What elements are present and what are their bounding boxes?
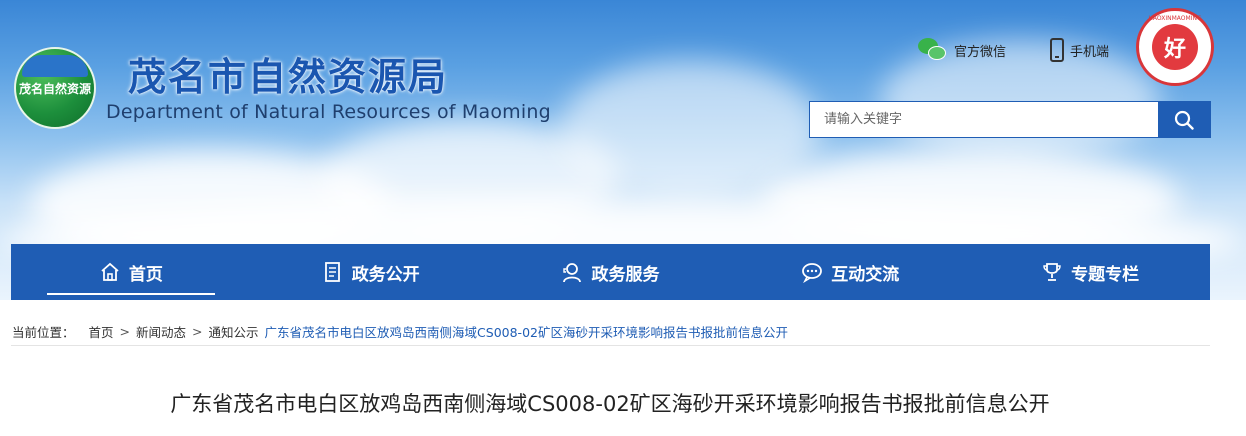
home-icon <box>99 261 121 283</box>
breadcrumb-label: 当前位置： <box>12 325 75 340</box>
haoxin-maoming-badge: HAOXINMAOMING 好 <box>1136 8 1214 86</box>
breadcrumb-separator: > <box>192 324 203 339</box>
search-button[interactable] <box>1158 102 1210 137</box>
wechat-icon <box>918 38 948 62</box>
trophy-icon <box>1041 261 1063 283</box>
site-title: 茂名市自然资源局 <box>128 55 449 99</box>
logo-text: 茂名自然资源 <box>18 81 91 96</box>
search-input[interactable] <box>810 102 1158 137</box>
site-logo[interactable]: 茂名自然资源 <box>14 47 96 129</box>
logo-arc <box>22 55 88 77</box>
breadcrumb-current[interactable]: 广东省茂名市电白区放鸡岛西南侧海域CS008-02矿区海砂开采环境影响报告书报批… <box>265 322 788 341</box>
breadcrumb-separator: > <box>119 324 131 339</box>
search-icon <box>1174 110 1194 130</box>
mobile-label: 手机端 <box>1070 44 1110 60</box>
nav-item-label: 首页 <box>128 264 163 285</box>
badge-mark: 好 <box>1152 24 1198 70</box>
nav-item-label: 互动交流 <box>831 264 900 285</box>
breadcrumb-link-news[interactable]: 新闻动态 <box>136 322 186 341</box>
breadcrumb-link-home[interactable]: 首页 <box>89 322 114 341</box>
nav-item-home[interactable]: 首页 <box>11 244 251 300</box>
badge-ring-text: HAOXINMAOMING <box>1148 15 1202 22</box>
breadcrumb-divider <box>11 345 1210 346</box>
nav-item-label: 专题专栏 <box>1071 264 1140 285</box>
document-icon <box>322 261 344 283</box>
wechat-label: 官方微信 <box>954 44 1007 60</box>
breadcrumb-link-notices[interactable]: 通知公示 <box>209 322 259 341</box>
nav-item-special-topics[interactable]: 专题专栏 <box>970 244 1210 300</box>
site-subtitle: Department of Natural Resources of Maomi… <box>106 101 551 123</box>
breadcrumb: 当前位置： 首页 > 新闻动态 > 通知公示 广东省茂名市电白区放鸡岛西南侧海域… <box>12 322 788 341</box>
nav-item-gov-affairs[interactable]: 政务公开 <box>251 244 491 300</box>
nav-item-interaction[interactable]: 互动交流 <box>730 244 970 300</box>
article-title: 广东省茂名市电白区放鸡岛西南侧海域CS008-02矿区海砂开采环境影响报告书报批… <box>170 392 1050 416</box>
phone-icon <box>1050 38 1064 62</box>
search-box <box>809 101 1211 138</box>
mobile-link[interactable]: 手机端 <box>1050 38 1109 62</box>
service-person-icon <box>561 261 583 283</box>
chat-icon <box>801 261 823 283</box>
nav-item-label: 政务公开 <box>351 264 420 285</box>
wechat-link[interactable]: 官方微信 <box>918 38 1006 62</box>
main-nav: 首页 政务公开 政务服务 互动交流 专题专栏 <box>11 244 1210 300</box>
nav-item-label: 政务服务 <box>591 264 660 285</box>
nav-item-gov-services[interactable]: 政务服务 <box>491 244 731 300</box>
